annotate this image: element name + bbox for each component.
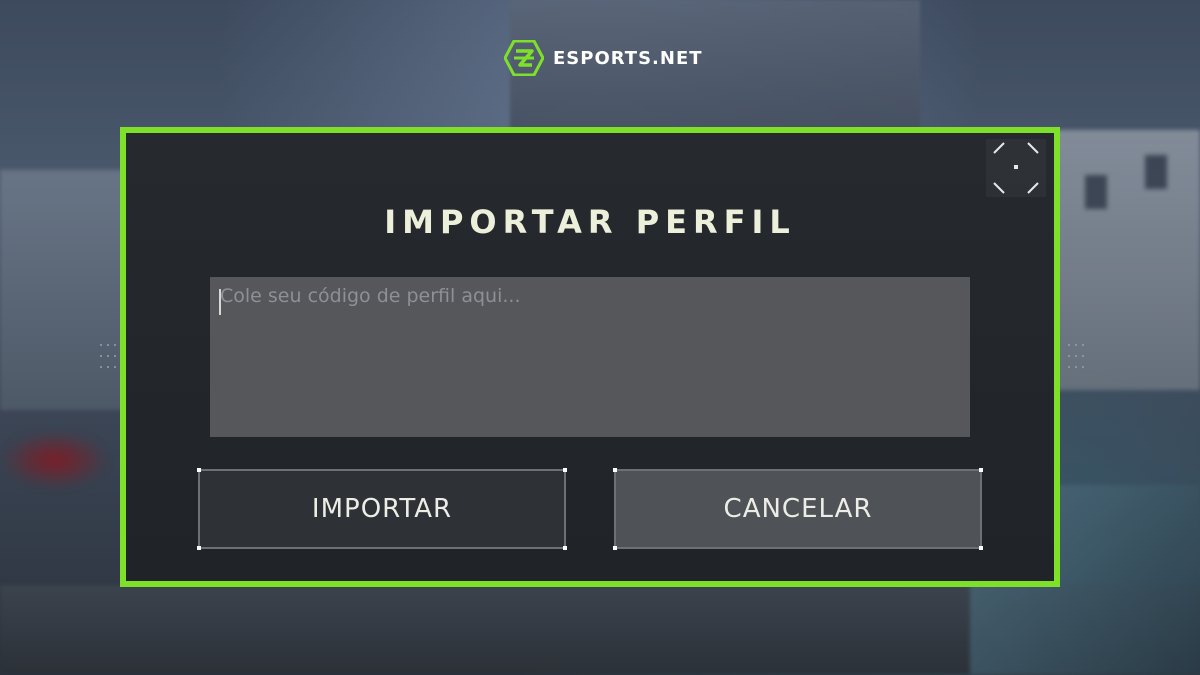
import-button[interactable]: IMPORTAR	[197, 468, 567, 550]
import-button-label: IMPORTAR	[311, 494, 453, 524]
cancel-button-label: CANCELAR	[723, 494, 873, 524]
background-floor	[0, 585, 1200, 675]
dots-decoration-right	[1066, 341, 1086, 371]
background-red-glow	[0, 430, 110, 490]
brand-logo: ESPORTS.NET	[504, 40, 703, 76]
dialog-title: IMPORTAR PERFIL	[384, 203, 796, 241]
background-building-left	[0, 170, 125, 410]
brand-name: ESPORTS.NET	[553, 47, 703, 69]
expand-button[interactable]	[986, 139, 1046, 197]
expand-icon	[986, 139, 1046, 197]
dots-decoration-left	[98, 341, 118, 371]
cancel-button[interactable]: CANCELAR	[613, 468, 983, 550]
esports-net-logo-icon	[504, 40, 544, 76]
text-caret	[219, 289, 221, 315]
profile-code-input[interactable]	[210, 277, 970, 437]
import-profile-dialog: IMPORTAR PERFIL IMPORTAR CANCELAR	[100, 127, 1084, 587]
